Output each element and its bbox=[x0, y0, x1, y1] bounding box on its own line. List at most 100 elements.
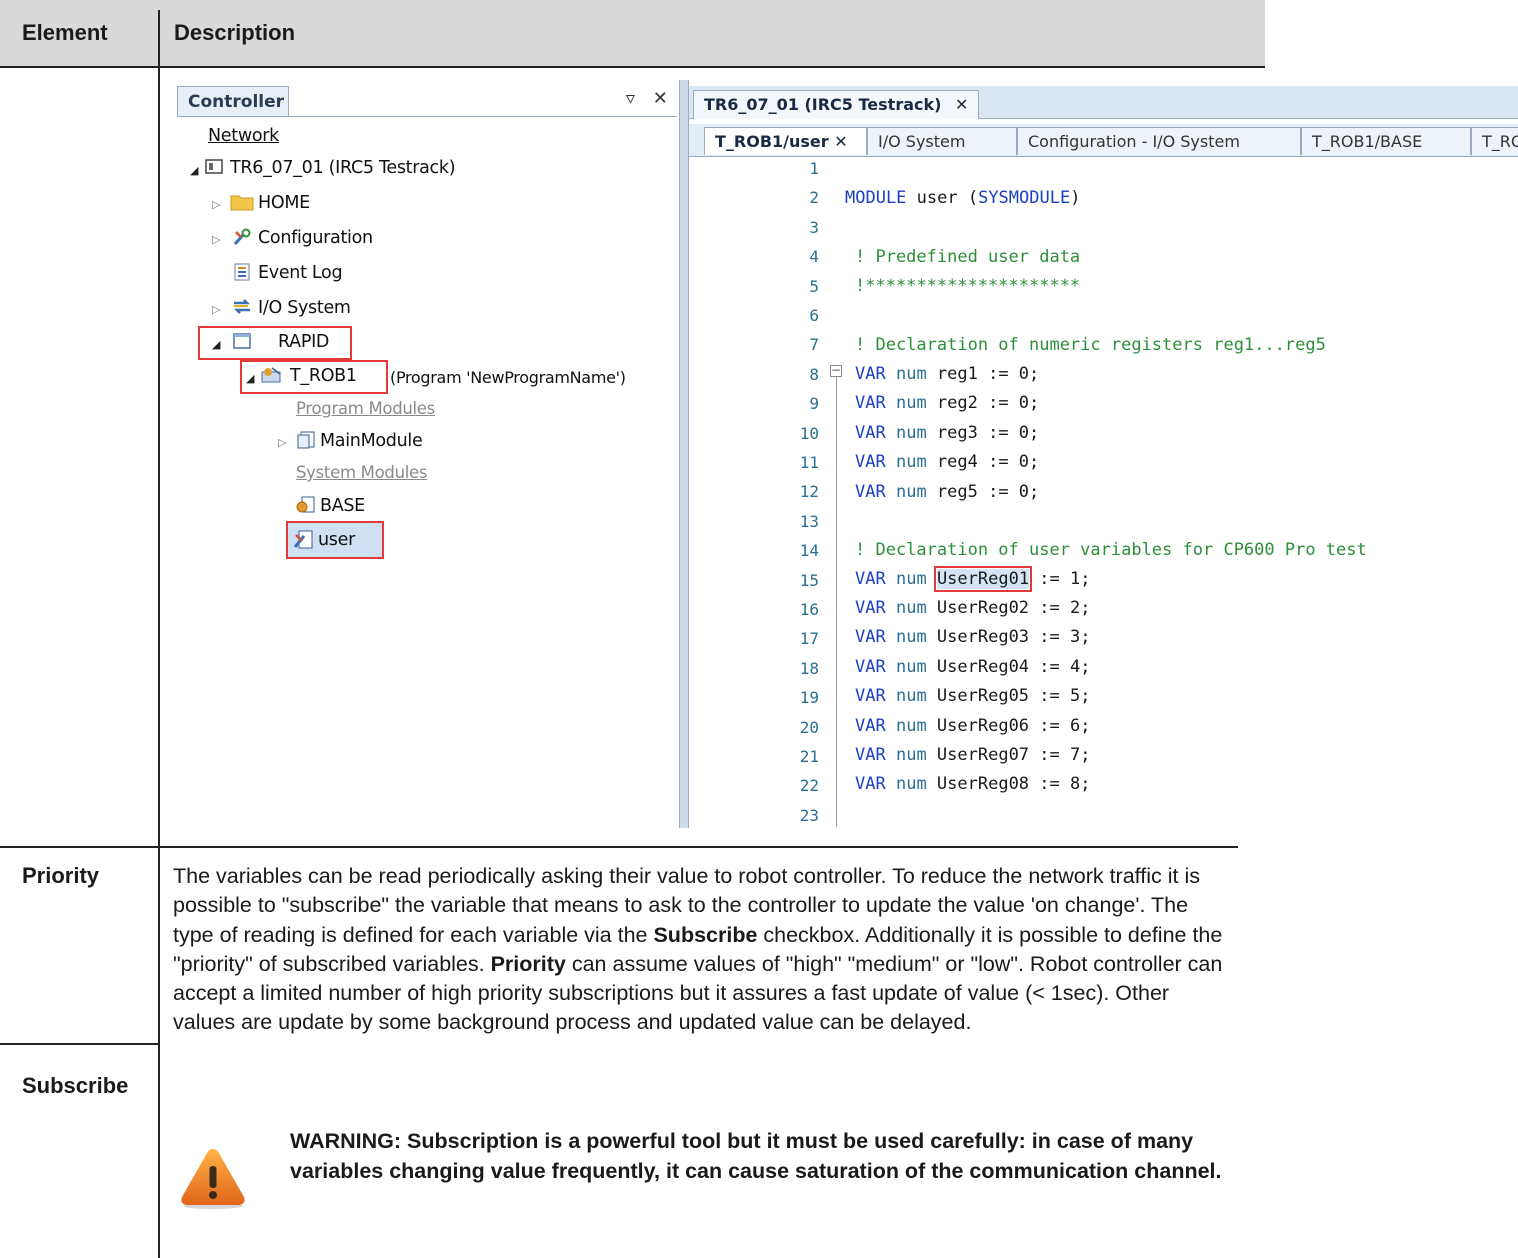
robotstudio-screenshot: Controller ▿ ✕ Network ◢ TR6_07_01 (IRC5… bbox=[174, 80, 1518, 828]
tree-item-event-log[interactable]: Event Log bbox=[258, 263, 343, 283]
line-number: 13 bbox=[799, 511, 819, 531]
code-type: num bbox=[895, 364, 927, 384]
collapse-arrow-icon[interactable]: ◢ bbox=[246, 372, 254, 385]
code-type: num bbox=[895, 627, 927, 648]
selected-variable[interactable]: UserReg01 bbox=[933, 566, 1033, 592]
element-column-header: Element bbox=[22, 20, 108, 45]
term-priority: Priority bbox=[490, 951, 566, 976]
line-number: 5 bbox=[809, 276, 819, 296]
tab-configuration-io-system[interactable]: Configuration - I/O System bbox=[1017, 127, 1301, 155]
code-line-user-variable[interactable]: VAR num UserReg03 := 3; bbox=[855, 627, 1090, 647]
code-line-14[interactable]: ! Declaration of user variables for CP60… bbox=[855, 540, 1367, 560]
line-number: 6 bbox=[809, 306, 819, 325]
code-keyword: VAR bbox=[855, 774, 886, 795]
line-number: 20 bbox=[799, 717, 819, 737]
code-line-2[interactable]: MODULE user (SYSMODULE) bbox=[845, 188, 1080, 208]
collapse-arrow-icon[interactable]: ◢ bbox=[190, 164, 198, 177]
tree-item-controller[interactable]: TR6_07_01 (IRC5 Testrack) bbox=[230, 158, 456, 178]
code-keyword: VAR bbox=[855, 686, 886, 707]
expand-arrow-icon[interactable]: ▷ bbox=[212, 303, 220, 316]
expand-arrow-icon[interactable]: ▷ bbox=[212, 198, 220, 211]
tree-item-io-system[interactable]: I/O System bbox=[258, 298, 351, 318]
code-keyword: VAR bbox=[855, 481, 886, 502]
expand-arrow-icon[interactable]: ▷ bbox=[278, 436, 286, 449]
code-line-register[interactable]: VAR num reg2 := 0; bbox=[855, 393, 1039, 413]
warning-text: WARNING: Subscription is a powerful tool… bbox=[290, 1129, 1222, 1183]
tree-item-user[interactable]: user bbox=[318, 530, 355, 550]
code-keyword: VAR bbox=[855, 364, 886, 384]
panel-splitter[interactable] bbox=[679, 80, 689, 828]
code-line-7[interactable]: ! Declaration of numeric registers reg1.… bbox=[855, 335, 1326, 355]
code-line-user-variable[interactable]: VAR num UserReg02 := 2; bbox=[855, 598, 1090, 618]
line-number: 10 bbox=[799, 423, 819, 443]
code-line-user-variable[interactable]: VAR num UserReg04 := 4; bbox=[855, 657, 1090, 677]
io-system-icon bbox=[233, 299, 251, 314]
code-text: reg3 := 0; bbox=[926, 422, 1040, 443]
tree-item-rapid[interactable]: RAPID bbox=[278, 332, 329, 352]
row-label-priority: Priority bbox=[22, 863, 100, 888]
line-number: 15 bbox=[799, 570, 819, 590]
document-tab[interactable]: TR6_07_01 (IRC5 Testrack) ✕ bbox=[693, 90, 980, 119]
close-icon[interactable]: ✕ bbox=[955, 95, 968, 114]
code-keyword: VAR bbox=[855, 422, 886, 443]
code-keyword: MODULE bbox=[845, 188, 907, 208]
tree-group-system-modules: System Modules bbox=[296, 463, 428, 482]
tab-t-rob1-base[interactable]: T_ROB1/BASE bbox=[1301, 127, 1471, 155]
code-line-5[interactable]: !********************* bbox=[855, 276, 1080, 296]
line-number: 2 bbox=[809, 188, 819, 208]
tab-io-system[interactable]: I/O System bbox=[867, 127, 1017, 155]
panel-window-buttons[interactable]: ▿ ✕ bbox=[626, 88, 674, 109]
code-text: reg4 := 0; bbox=[926, 452, 1040, 473]
code-keyword: VAR bbox=[855, 656, 886, 677]
code-type: num bbox=[895, 774, 927, 795]
code-line-4[interactable]: ! Predefined user data bbox=[855, 247, 1080, 267]
code-keyword: VAR bbox=[855, 715, 886, 736]
code-text: UserReg08 := 8; bbox=[926, 774, 1091, 795]
tree-item-home[interactable]: HOME bbox=[258, 193, 310, 213]
code-line-user-variable[interactable]: VAR num UserReg07 := 7; bbox=[855, 745, 1090, 765]
fold-guide bbox=[836, 375, 837, 827]
code-text: := 1; bbox=[1029, 569, 1091, 589]
collapse-arrow-icon[interactable]: ◢ bbox=[212, 338, 220, 351]
fold-toggle-icon[interactable]: − bbox=[830, 364, 842, 377]
tree-item-t-rob1[interactable]: T_ROB1 bbox=[290, 366, 357, 386]
expand-arrow-icon[interactable]: ▷ bbox=[212, 233, 220, 246]
code-line-register[interactable]: VAR num reg1 := 0; bbox=[855, 364, 1039, 384]
line-number: 8 bbox=[809, 364, 819, 384]
line-number: 16 bbox=[799, 600, 819, 619]
tab-t-rob1-user[interactable]: T_ROB1/user ✕ bbox=[704, 127, 867, 155]
code-keyword: VAR bbox=[855, 452, 886, 473]
code-line-user-variable[interactable]: VAR num UserReg05 := 5; bbox=[855, 686, 1090, 706]
system-module-icon bbox=[296, 496, 315, 513]
tab-t-rob-truncated[interactable]: T_RO bbox=[1471, 127, 1518, 155]
code-type: num bbox=[895, 481, 927, 502]
code-line-register[interactable]: VAR num reg3 := 0; bbox=[855, 423, 1039, 443]
code-line-15[interactable]: VAR num UserReg01 := 1; bbox=[855, 566, 1091, 592]
code-text: UserReg02 := 2; bbox=[926, 598, 1091, 618]
code-editor: TR6_07_01 (IRC5 Testrack) ✕ T_ROB1/user … bbox=[689, 80, 1518, 828]
table-header: Element Description bbox=[0, 0, 1265, 68]
code-line-register[interactable]: VAR num reg4 := 0; bbox=[855, 452, 1039, 472]
code-keyword: VAR bbox=[855, 569, 886, 589]
code-type: num bbox=[895, 569, 927, 589]
code-text: UserReg06 := 6; bbox=[926, 715, 1091, 736]
row-divider bbox=[0, 846, 1238, 848]
tree-item-main-module[interactable]: MainModule bbox=[320, 431, 423, 451]
tree-item-base[interactable]: BASE bbox=[320, 496, 365, 516]
code-type: num bbox=[895, 393, 927, 414]
code-type: num bbox=[895, 452, 927, 473]
controller-tab[interactable]: Controller bbox=[177, 86, 289, 116]
code-type: num bbox=[895, 686, 927, 707]
row-label-subscribe: Subscribe bbox=[22, 1073, 129, 1098]
code-line-register[interactable]: VAR num reg5 := 0; bbox=[855, 482, 1039, 502]
code-type: num bbox=[895, 422, 927, 443]
controller-icon bbox=[205, 159, 223, 174]
code-line-user-variable[interactable]: VAR num UserReg06 := 6; bbox=[855, 716, 1090, 736]
code-type: num bbox=[895, 715, 927, 736]
tree-item-configuration[interactable]: Configuration bbox=[258, 228, 373, 248]
code-type: num bbox=[895, 656, 927, 677]
tree-item-network[interactable]: Network bbox=[208, 126, 279, 146]
code-line-user-variable[interactable]: VAR num UserReg08 := 8; bbox=[855, 774, 1090, 794]
code-keyword: SYSMODULE bbox=[978, 188, 1071, 208]
code-keyword: VAR bbox=[855, 745, 886, 765]
